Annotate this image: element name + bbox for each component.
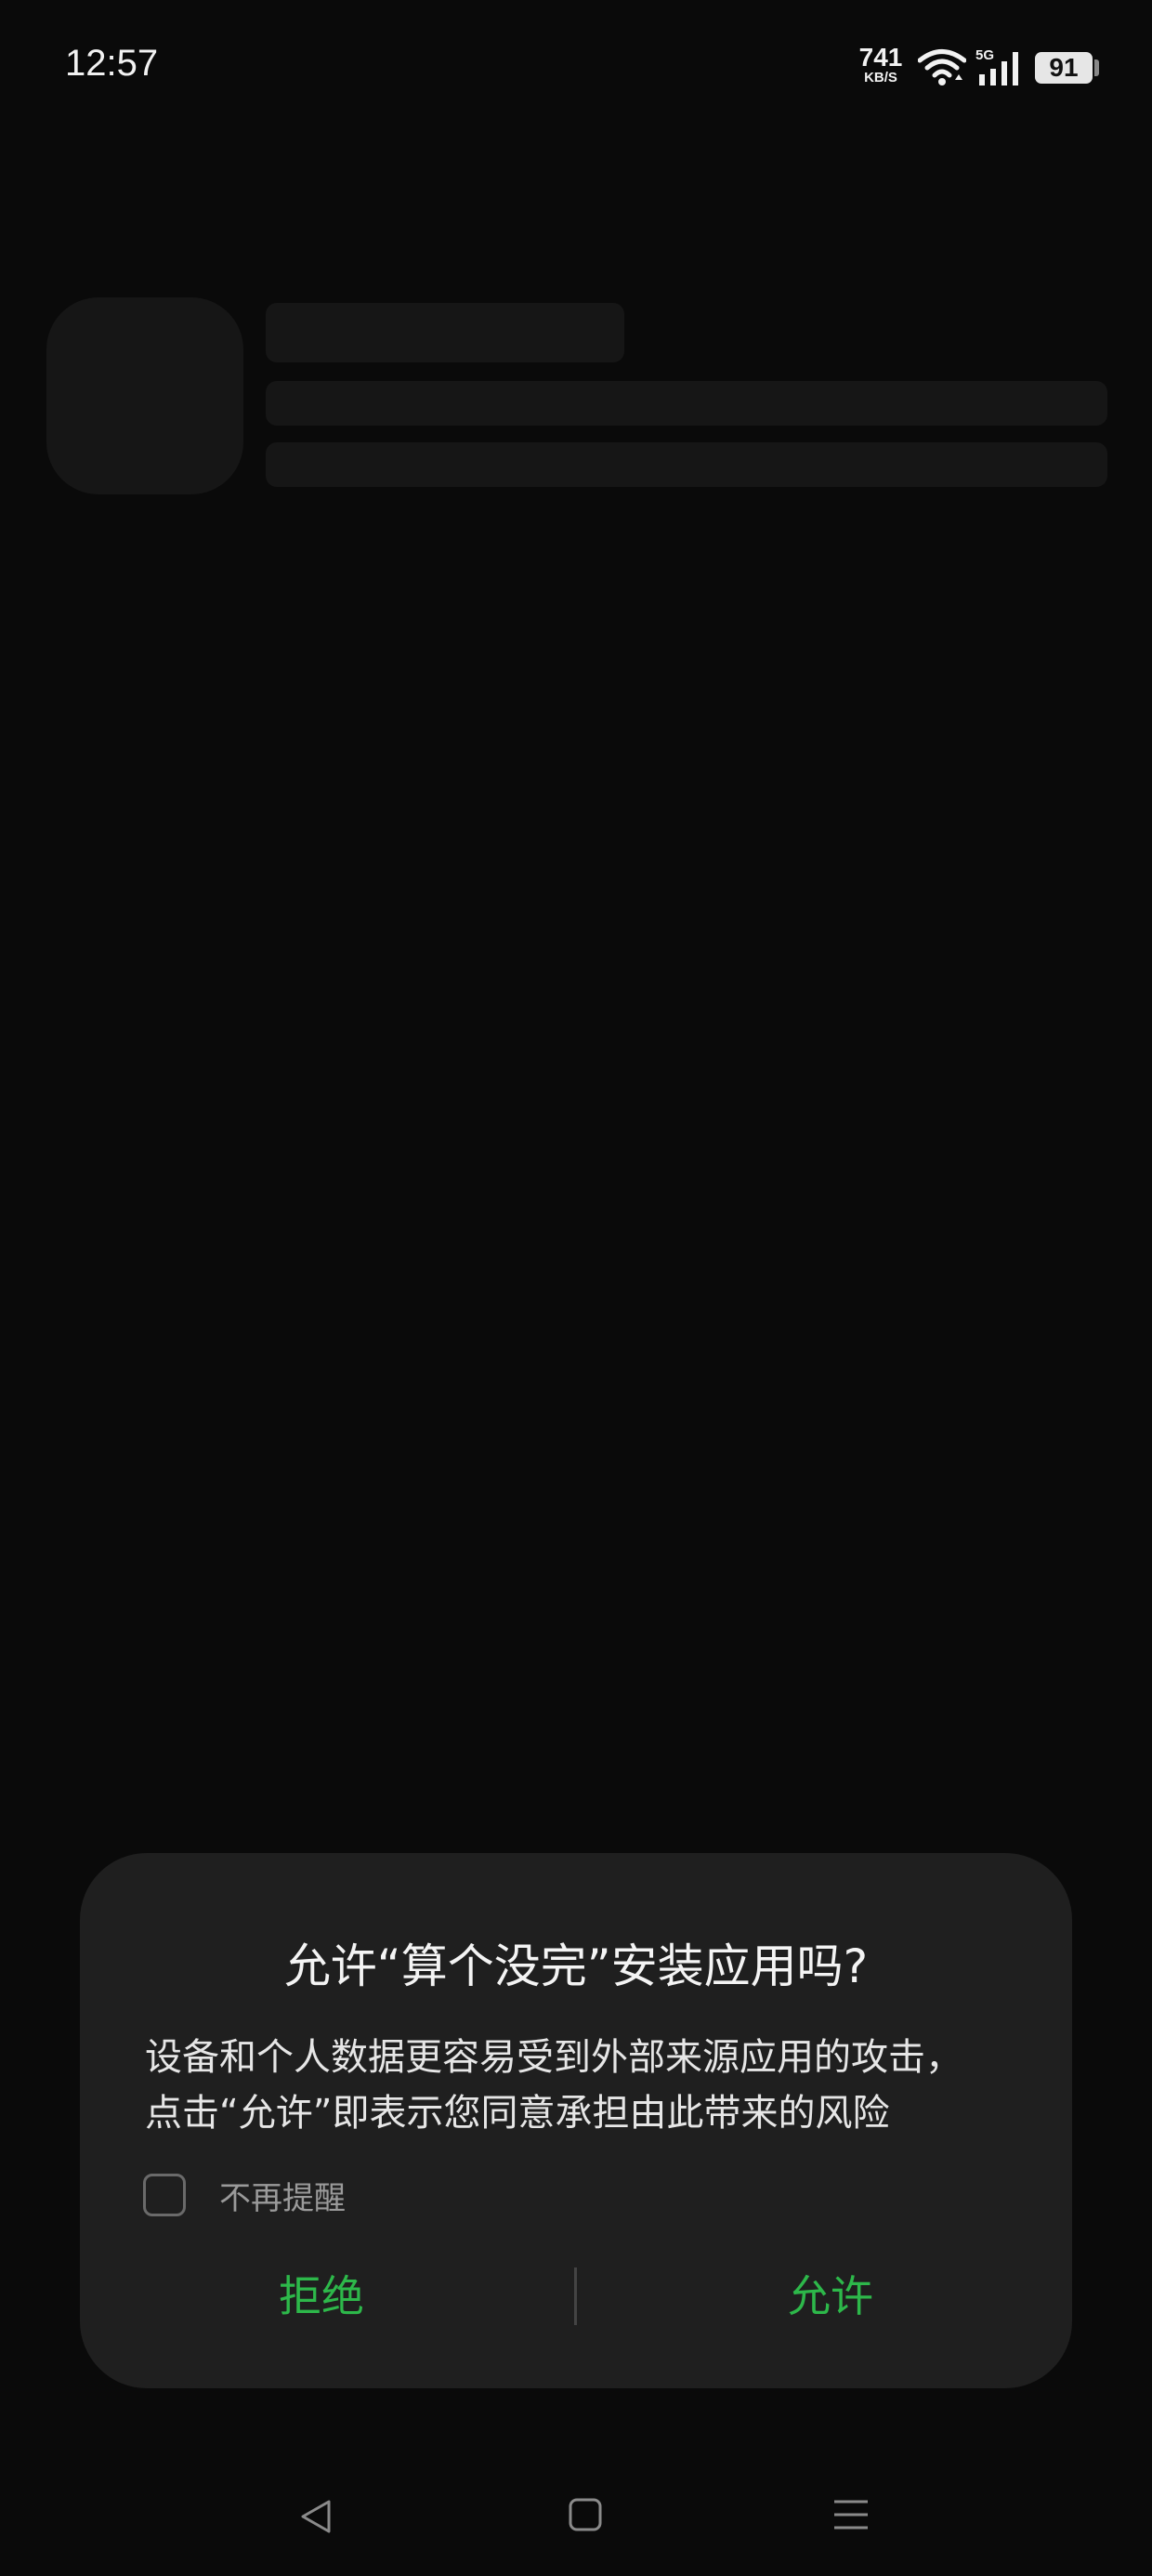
status-bar: 12:57 741 KB/S 5G 91 bbox=[0, 0, 1152, 139]
signal-5g-icon: 5G bbox=[975, 47, 1018, 85]
network-type-label: 5G bbox=[975, 47, 994, 63]
app-info-placeholder-2 bbox=[266, 442, 1107, 487]
app-info-placeholder-1 bbox=[266, 381, 1107, 426]
wifi-icon bbox=[918, 49, 966, 85]
deny-button[interactable]: 拒绝 bbox=[117, 2254, 526, 2338]
app-name-placeholder bbox=[266, 303, 624, 362]
dont-remind-checkbox[interactable] bbox=[143, 2174, 186, 2216]
battery-tip bbox=[1094, 59, 1099, 76]
dialog-title: 允许“算个没完”安装应用吗? bbox=[283, 1939, 869, 1993]
recents-icon[interactable] bbox=[832, 2496, 870, 2533]
network-speed: 741 KB/S bbox=[857, 45, 905, 85]
app-icon-placeholder bbox=[46, 297, 243, 494]
allow-button[interactable]: 允许 bbox=[626, 2254, 1035, 2338]
dont-remind-row[interactable]: 不再提醒 bbox=[143, 2169, 346, 2221]
navigation-bar bbox=[0, 2472, 1152, 2556]
dont-remind-label[interactable]: 不再提醒 bbox=[219, 2173, 346, 2218]
battery-icon: 91 bbox=[1035, 52, 1093, 84]
home-icon[interactable] bbox=[567, 2496, 604, 2533]
battery-level: 91 bbox=[1049, 53, 1079, 82]
button-divider bbox=[574, 2267, 577, 2325]
status-time: 12:57 bbox=[65, 43, 159, 84]
dialog-message: 设备和个人数据更容易受到外部来源应用的攻击， 点击“允许”即表示您同意承担由此带… bbox=[145, 2036, 962, 2135]
network-speed-unit: KB/S bbox=[864, 70, 897, 85]
network-speed-value: 741 bbox=[858, 43, 903, 72]
back-icon[interactable] bbox=[295, 2496, 336, 2537]
install-permission-dialog: 允许“算个没完”安装应用吗? 设备和个人数据更容易受到外部来源应用的攻击， 点击… bbox=[80, 1853, 1072, 2388]
